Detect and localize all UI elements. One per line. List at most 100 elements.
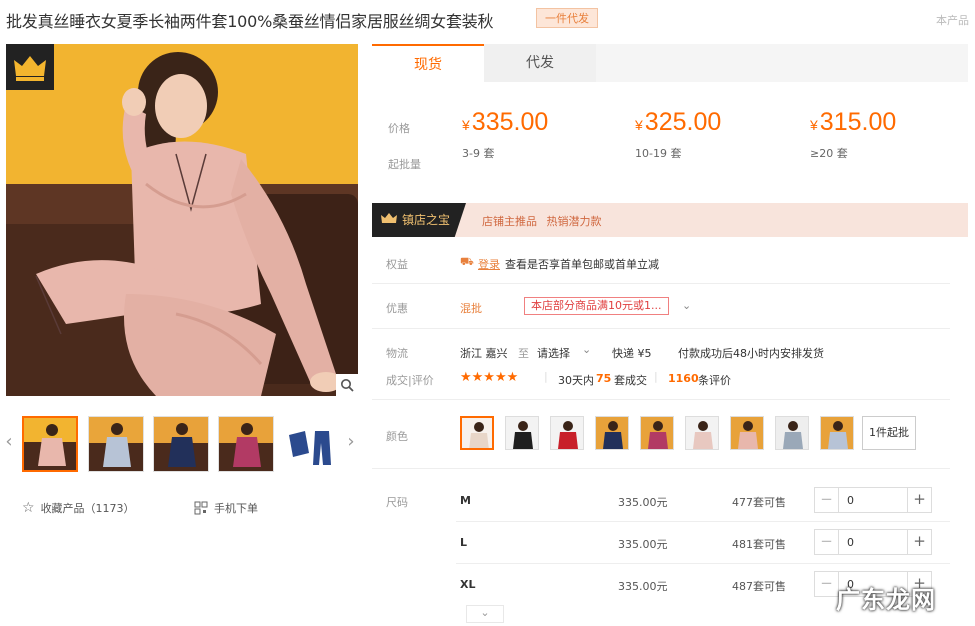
color-swatch-5[interactable]	[640, 416, 674, 450]
size-name: L	[460, 536, 468, 549]
thumb-next-arrow[interactable]: ›	[344, 431, 358, 452]
coupon-tag[interactable]: 本店部分商品满10元或1...	[524, 297, 669, 315]
divider	[372, 468, 950, 469]
watermark: 广东龙网	[836, 585, 936, 614]
separator: |	[654, 370, 658, 383]
ship-origin: 浙江 嘉兴	[460, 347, 508, 360]
divider	[372, 283, 950, 284]
product-title: 批发真丝睡衣女夏季长袖两件套100%桑蚕丝情侣家居服丝绸女套装秋	[6, 12, 494, 31]
favorite-button[interactable]: ☆ 收藏产品（1173）	[22, 500, 135, 516]
mobile-order-button[interactable]: 手机下单	[194, 500, 258, 516]
qr-code-icon	[194, 501, 208, 515]
color-label: 颜色	[386, 430, 408, 443]
product-photo	[6, 44, 358, 396]
crown-badge	[6, 44, 54, 90]
size-price: 335.00元	[618, 496, 668, 509]
store-treasure-bar: 镇店之宝 店铺主推品 热销潜力款	[372, 203, 968, 237]
size-name: M	[460, 494, 471, 507]
divider	[372, 399, 950, 400]
title-bar: 批发真丝睡衣女夏季长袖两件套100%桑蚕丝情侣家居服丝绸女套装秋 一件代发 本产…	[0, 0, 975, 38]
color-swatch-6[interactable]	[685, 416, 719, 450]
decrement-button[interactable]: −	[815, 488, 839, 512]
rights-text: 查看是否享首单包邮或首单立减	[505, 258, 659, 271]
divider	[372, 328, 950, 329]
size-price: 335.00元	[618, 538, 668, 551]
review-count[interactable]: 1160	[668, 372, 699, 385]
thumbnail-2[interactable]	[88, 416, 144, 472]
deals-prefix: 30天内	[558, 374, 594, 387]
express-fee: 快递 ¥5	[612, 347, 652, 360]
size-stock: 477套可售	[732, 496, 786, 509]
dropship-tag[interactable]: 一件代发	[536, 8, 598, 28]
color-swatch-3[interactable]	[550, 416, 584, 450]
thumbnail-1[interactable]	[22, 416, 78, 472]
quantity-stepper: − +	[814, 529, 932, 555]
zoom-button[interactable]	[336, 374, 358, 396]
thumbnail-4[interactable]	[218, 416, 274, 472]
separator: |	[544, 370, 548, 383]
color-swatch-7[interactable]	[730, 416, 764, 450]
color-swatch-9[interactable]	[820, 416, 854, 450]
deals-count: 75	[596, 372, 612, 385]
title-right-text: 本产品	[936, 14, 969, 27]
price-tier-3-qty: ≥20 套	[810, 147, 848, 160]
color-swatch-2[interactable]	[505, 416, 539, 450]
star-outline-icon: ☆	[22, 500, 35, 516]
gift-icon: ⛟	[460, 255, 474, 268]
tab-dropship[interactable]: 代发	[484, 44, 596, 82]
quantity-input[interactable]	[841, 490, 905, 510]
login-link[interactable]: 登录	[478, 256, 500, 272]
color-swatch-8[interactable]	[775, 416, 809, 450]
thumbnail-3[interactable]	[153, 416, 209, 472]
magnifier-icon	[341, 379, 354, 392]
destination-select[interactable]: 请选择	[537, 345, 570, 361]
discount-label: 优惠	[386, 302, 408, 315]
tab-in-stock[interactable]: 现货	[372, 44, 484, 82]
size-row-m: M 335.00元 477套可售 − +	[372, 481, 968, 523]
divider	[456, 563, 950, 564]
expand-sizes-button[interactable]: ⌄	[466, 605, 504, 623]
size-stock: 487套可售	[732, 580, 786, 593]
color-swatch-1[interactable]	[460, 416, 494, 450]
quantity-stepper: − +	[814, 487, 932, 513]
logistics-row: 物流 浙江 嘉兴 至 请选择 ⌄ 快递 ¥5 付款成功后48小时内安排发货	[372, 342, 968, 362]
price-tier-1-value: ¥335.00	[462, 108, 549, 136]
review-suffix: 条评价	[698, 374, 731, 387]
divider	[456, 521, 950, 522]
price-tier-2-qty: 10-19 套	[635, 147, 682, 160]
price-tier-2-value: ¥325.00	[635, 108, 722, 136]
reviews-row: 成交|评价 ★★★★★ | 30天内 75 套成交 | 1160 条评价	[372, 369, 968, 389]
moq-label: 起批量	[388, 158, 421, 171]
mobile-order-label: 手机下单	[214, 502, 258, 515]
store-treasure-badge: 镇店之宝	[372, 203, 466, 237]
chevron-down-icon[interactable]: ⌄	[582, 343, 591, 356]
reviews-label: 成交|评价	[386, 374, 434, 387]
one-piece-wholesale-button[interactable]: 1件起批	[862, 416, 916, 450]
main-product-image[interactable]	[6, 44, 358, 396]
shipping-time: 付款成功后48小时内安排发货	[678, 347, 824, 360]
price-section: 价格 起批量 ¥335.00 3-9 套 ¥325.00 10-19 套 ¥31…	[372, 82, 968, 186]
thumbnail-strip: ‹ ›	[0, 413, 362, 475]
store-treasure-text: 店铺主推品 热销潜力款	[482, 215, 602, 228]
crown-icon	[14, 56, 46, 81]
crown-icon	[381, 213, 397, 223]
color-swatch-4[interactable]	[595, 416, 629, 450]
rating-stars: ★★★★★	[460, 370, 519, 385]
logistics-label: 物流	[386, 347, 408, 360]
thumbnail-5[interactable]	[282, 416, 338, 472]
increment-button[interactable]: +	[907, 488, 931, 512]
size-row-l: L 335.00元 481套可售 − +	[372, 523, 968, 565]
chevron-down-icon[interactable]: ⌄	[682, 299, 691, 312]
rights-label: 权益	[386, 258, 408, 271]
size-stock: 481套可售	[732, 538, 786, 551]
price-tier-3-value: ¥315.00	[810, 108, 897, 136]
decrement-button[interactable]: −	[815, 530, 839, 554]
increment-button[interactable]: +	[907, 530, 931, 554]
size-price: 335.00元	[618, 580, 668, 593]
thumb-prev-arrow[interactable]: ‹	[2, 431, 16, 452]
quantity-input[interactable]	[841, 532, 905, 552]
discount-row: 优惠 混批 本店部分商品满10元或1... ⌄	[372, 296, 968, 320]
price-tier-1: ¥335.00 3-9 套	[462, 108, 548, 161]
favorite-label: 收藏产品（1173）	[40, 502, 135, 515]
ship-to-label: 至	[518, 347, 529, 360]
